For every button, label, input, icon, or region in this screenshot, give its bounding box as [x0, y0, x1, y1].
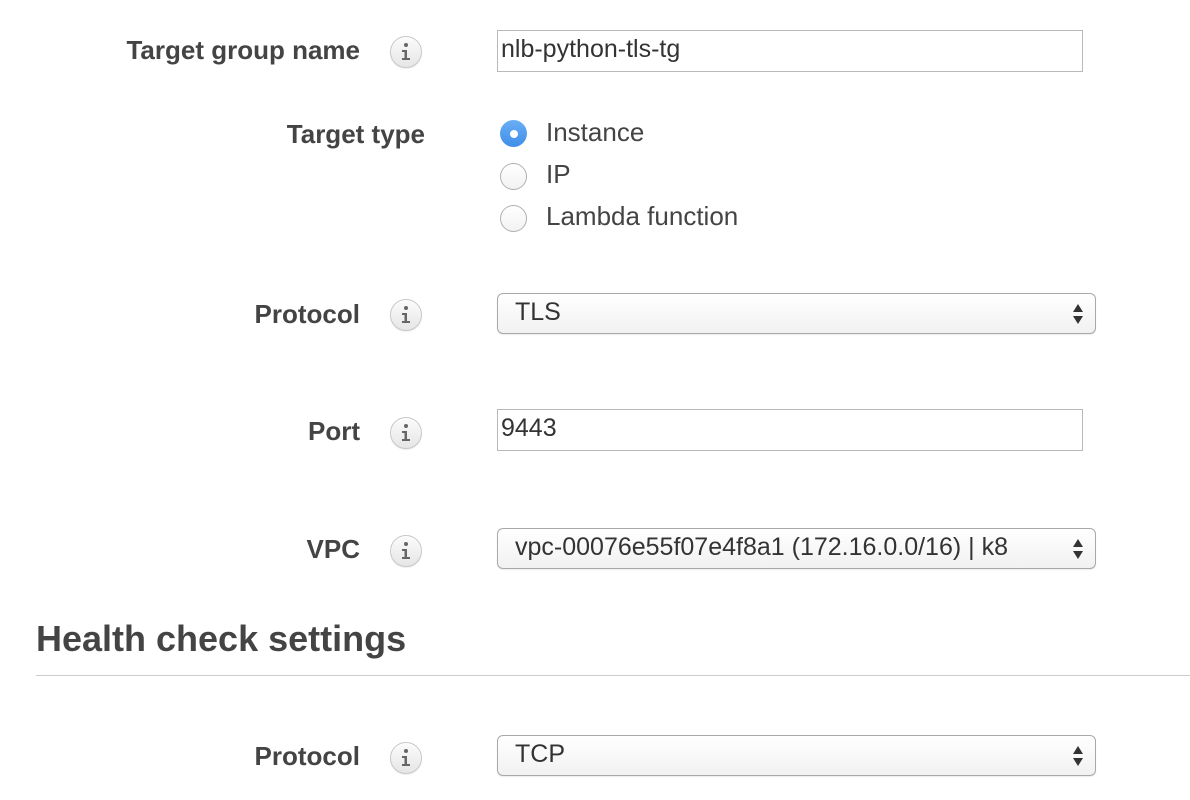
select-arrows-icon — [1073, 304, 1083, 324]
health-check-protocol-value: TCP — [515, 740, 565, 768]
target-group-name-input[interactable]: nlb-python-tls-tg — [497, 30, 1083, 72]
info-icon[interactable] — [390, 742, 422, 774]
select-arrows-icon — [1073, 539, 1083, 559]
info-glyph — [402, 749, 410, 766]
vpc-select-value: vpc-00076e55f07e4f8a1 (172.16.0.0/16) | … — [515, 533, 1008, 561]
info-glyph — [402, 43, 410, 60]
info-glyph — [402, 424, 410, 441]
radio-ip-label[interactable]: IP — [546, 159, 571, 190]
health-check-settings-heading: Health check settings — [36, 618, 407, 659]
info-icon[interactable] — [390, 36, 422, 68]
protocol-select-value: TLS — [515, 298, 561, 326]
info-icon[interactable] — [390, 417, 422, 449]
info-icon[interactable] — [390, 535, 422, 567]
info-glyph — [402, 306, 410, 323]
target-type-label: Target type — [286, 119, 425, 149]
protocol-label: Protocol — [254, 299, 360, 329]
radio-lambda-function[interactable] — [500, 205, 527, 232]
radio-instance-label[interactable]: Instance — [546, 117, 644, 148]
target-group-name-label: Target group name — [126, 35, 360, 65]
info-icon[interactable] — [390, 299, 422, 331]
select-arrows-icon — [1073, 746, 1083, 766]
radio-lambda-function-label[interactable]: Lambda function — [546, 201, 738, 232]
radio-selected-dot — [509, 129, 518, 138]
info-glyph — [402, 542, 410, 559]
section-divider — [36, 675, 1190, 676]
protocol-select[interactable]: TLS — [497, 293, 1096, 334]
port-input[interactable]: 9443 — [497, 409, 1083, 451]
radio-ip[interactable] — [500, 163, 527, 190]
health-check-protocol-label: Protocol — [254, 741, 360, 771]
vpc-select[interactable]: vpc-00076e55f07e4f8a1 (172.16.0.0/16) | … — [497, 528, 1096, 569]
health-check-protocol-select[interactable]: TCP — [497, 735, 1096, 776]
radio-instance[interactable] — [500, 120, 527, 147]
vpc-label: VPC — [306, 534, 360, 564]
port-label: Port — [308, 416, 360, 446]
